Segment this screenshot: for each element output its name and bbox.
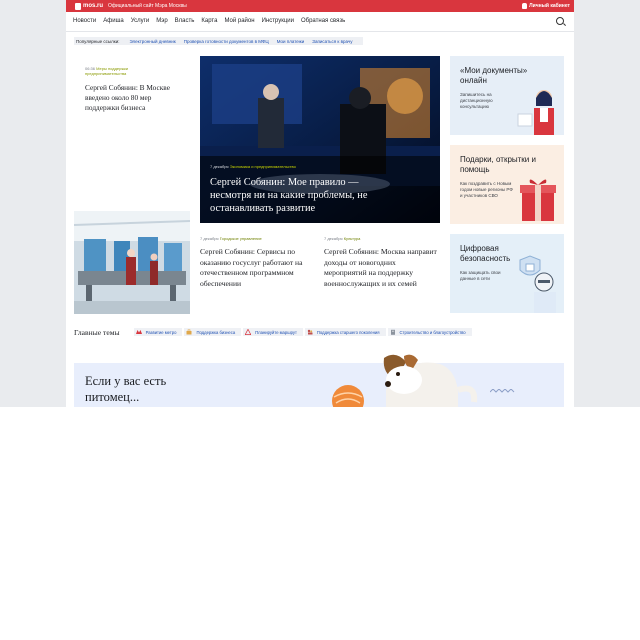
business-icon bbox=[186, 329, 192, 335]
ball-illustration bbox=[332, 385, 364, 407]
topic-label: Развитие метро bbox=[145, 329, 177, 335]
building-icon bbox=[390, 329, 395, 335]
topic-label: Планируйте маршрут bbox=[255, 329, 297, 335]
nav-item-feedback[interactable]: Обратная связь bbox=[301, 12, 345, 31]
main-nav: Новости Афиша Услуги Мэр Власть Карта Мо… bbox=[66, 12, 574, 32]
wave-decoration-icon bbox=[490, 389, 515, 393]
user-icon bbox=[522, 3, 528, 9]
topic-seniors[interactable]: Поддержка старшего поколения bbox=[304, 328, 386, 336]
dog-illustration bbox=[383, 354, 478, 407]
news-headline[interactable]: Сергей Собянин: Сервисы по оказанию госу… bbox=[200, 247, 316, 289]
top-bar: mos.ru Официальный сайт Мэра Москвы Личн… bbox=[66, 0, 574, 12]
promo-title: Подарки, открытки и помощь bbox=[460, 155, 536, 174]
logo-icon bbox=[75, 2, 81, 10]
news-category: Городское управление bbox=[219, 236, 262, 241]
promo-subtitle: Как защищать свои данные в сети bbox=[460, 270, 501, 281]
pet-banner-title: Если у вас есть питомец... bbox=[85, 374, 167, 404]
promo-gifts[interactable]: Подарки, открытки и помощь Как поздравит… bbox=[450, 145, 564, 224]
topic-label: Поддержка бизнеса bbox=[196, 329, 236, 335]
seniors-icon bbox=[307, 329, 313, 335]
personal-cabinet-link[interactable]: Личный кабинет bbox=[522, 2, 570, 10]
main-topics: Главные темы Развитие метро Поддержка би… bbox=[74, 327, 474, 337]
lab-photo[interactable] bbox=[74, 211, 190, 314]
promo-subtitle: Запишитесь на дистанционную консультацию bbox=[460, 92, 493, 109]
promo-my-documents[interactable]: «Мои документы» онлайн Запишитесь на дис… bbox=[450, 56, 564, 135]
popular-links: Популярные ссылки: Электронный дневник П… bbox=[74, 37, 363, 45]
logo-text: mos.ru bbox=[83, 3, 104, 9]
nav-item-instructions[interactable]: Инструкции bbox=[262, 12, 294, 31]
topic-label: Строительство и благоустройство bbox=[399, 329, 466, 335]
main-topics-title: Главные темы bbox=[74, 327, 120, 337]
security-illustration bbox=[519, 255, 556, 313]
topic-business[interactable]: Поддержка бизнеса bbox=[184, 328, 242, 336]
news-card-culture[interactable]: 7 декабря Культура Сергей Собянин: Москв… bbox=[324, 236, 440, 289]
topic-metro[interactable]: Развитие метро bbox=[133, 328, 183, 336]
featured-news-card[interactable]: 7 декабря Экономика и предпринимательств… bbox=[200, 56, 440, 223]
nav-item-map[interactable]: Карта bbox=[201, 12, 217, 31]
popular-link-doctor[interactable]: Записаться к врачу bbox=[312, 39, 352, 44]
popular-link-payments[interactable]: Мои платежи bbox=[277, 39, 305, 44]
nav-item-news[interactable]: Новости bbox=[73, 12, 96, 31]
promo-digital-security[interactable]: Цифровая безопасность Как защищать свои … bbox=[450, 234, 564, 313]
site-caption: Официальный сайт Мэра Москвы bbox=[108, 3, 187, 9]
news-headline[interactable]: Сергей Собянин: В Москве введено около 8… bbox=[85, 83, 183, 113]
news-category: Культура bbox=[343, 236, 361, 241]
news-date: 7 декабря bbox=[200, 236, 219, 241]
featured-date: 7 декабря bbox=[210, 164, 229, 169]
nav-item-my-district[interactable]: Мой район bbox=[224, 12, 254, 31]
news-card-top-left[interactable]: 06:36 Меры поддержки предпринимательства… bbox=[74, 56, 192, 206]
browser-viewport: mos.ru Официальный сайт Мэра Москвы Личн… bbox=[0, 0, 640, 407]
topic-label: Поддержка старшего поколения bbox=[316, 329, 380, 335]
popular-link-mfc[interactable]: Проверка готовности документов в МФЦ bbox=[184, 39, 269, 44]
news-headline[interactable]: Сергей Собянин: Москва направит доходы о… bbox=[324, 247, 440, 289]
nav-item-afisha[interactable]: Афиша bbox=[103, 12, 124, 31]
site-logo[interactable]: mos.ru bbox=[75, 2, 103, 10]
page: mos.ru Официальный сайт Мэра Москвы Личн… bbox=[66, 0, 574, 407]
personal-cabinet-label: Личный кабинет bbox=[529, 3, 570, 9]
featured-category: Экономика и предпринимательство bbox=[229, 164, 296, 169]
metro-icon bbox=[135, 330, 142, 334]
topic-building[interactable]: Строительство и благоустройство bbox=[387, 328, 472, 336]
news-date: 7 декабря bbox=[324, 236, 343, 241]
popular-link-diary[interactable]: Электронный дневник bbox=[129, 39, 175, 44]
pet-banner[interactable]: Если у вас есть питомец... bbox=[74, 363, 564, 407]
route-warning-icon bbox=[245, 329, 252, 335]
consultant-illustration bbox=[517, 90, 554, 135]
popular-links-label: Популярные ссылки: bbox=[76, 38, 120, 44]
topic-route[interactable]: Планируйте маршрут bbox=[243, 328, 303, 336]
promo-subtitle: Как поздравить с Новым годом новые регио… bbox=[460, 181, 513, 198]
news-card-services[interactable]: 7 декабря Городское управление Сергей Со… bbox=[200, 236, 316, 289]
gift-box-illustration bbox=[520, 179, 556, 221]
nav-item-services[interactable]: Услуги bbox=[131, 12, 149, 31]
search-icon[interactable] bbox=[556, 17, 564, 25]
nav-item-mayor[interactable]: Мэр bbox=[156, 12, 167, 31]
nav-item-authority[interactable]: Власть bbox=[175, 12, 195, 31]
featured-headline[interactable]: Сергей Собянин: Мое правило — несмотря н… bbox=[210, 176, 400, 215]
promo-title: «Мои документы» онлайн bbox=[460, 66, 528, 85]
